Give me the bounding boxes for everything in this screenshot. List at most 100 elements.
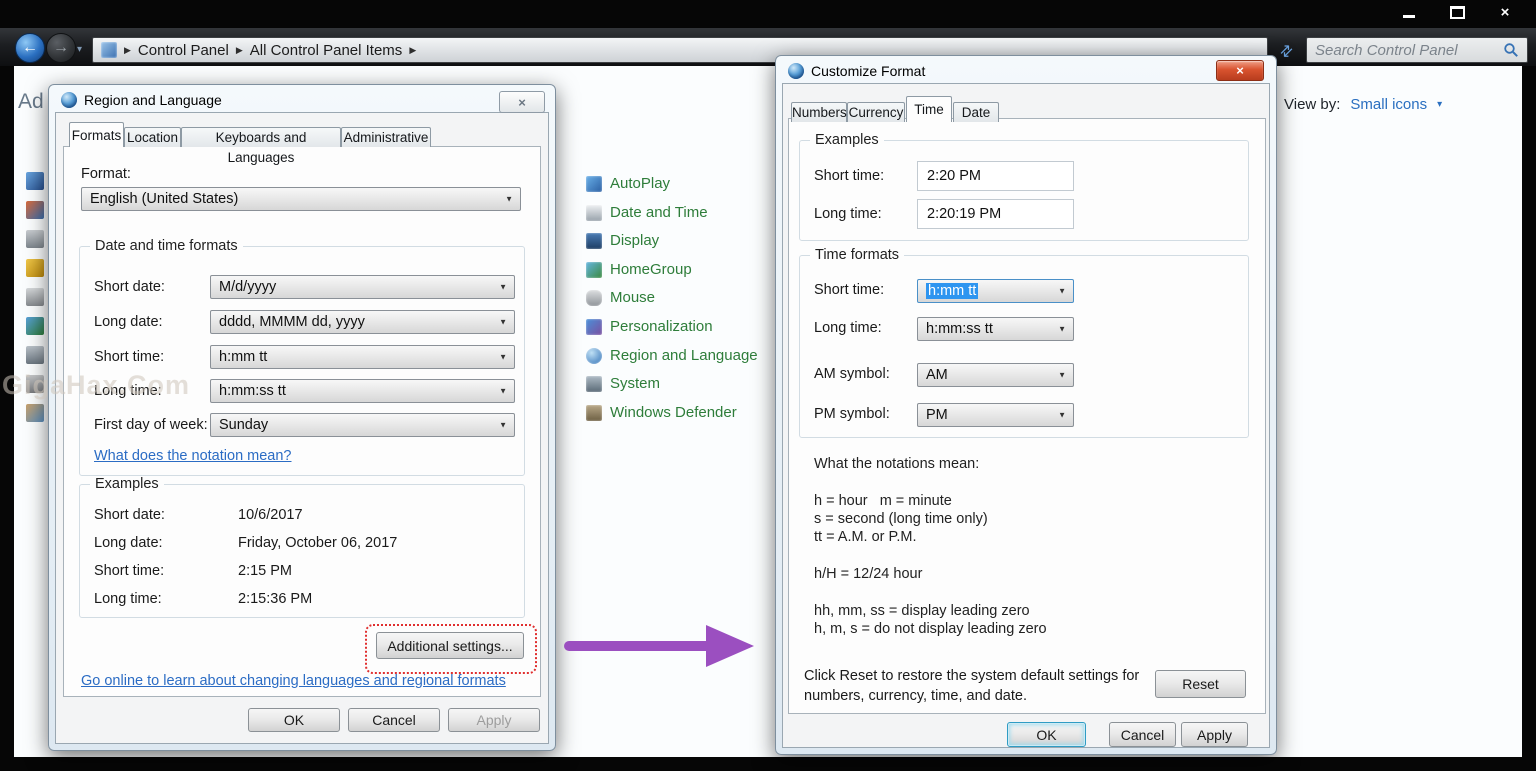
cancel-button[interactable]: Cancel — [348, 708, 440, 732]
chevron-down-icon: ▼ — [499, 318, 507, 327]
chevron-down-icon: ▼ — [1058, 411, 1066, 420]
close-icon: × — [1501, 5, 1510, 20]
tab-date[interactable]: Date — [953, 102, 999, 122]
forward-button[interactable]: → — [46, 33, 76, 63]
partial-item-icon[interactable] — [26, 259, 44, 277]
partial-item-icon[interactable] — [26, 346, 44, 364]
cp-item-autoplay[interactable]: AutoPlay — [586, 174, 670, 193]
cp-item-personalization[interactable]: Personalization — [586, 317, 713, 336]
breadcrumb-item-all-items[interactable]: All Control Panel Items — [250, 42, 403, 59]
breadcrumb-arrow-icon[interactable]: ▶ — [409, 45, 416, 56]
refresh-icon: ⇄ — [1275, 40, 1297, 62]
minimize-button[interactable] — [1392, 3, 1426, 22]
first-day-dropdown[interactable]: Sunday ▼ — [210, 413, 515, 437]
maximize-icon — [1450, 6, 1465, 19]
example-short-date-value: 10/6/2017 — [238, 507, 303, 523]
dialog-titlebar: Region and Language — [61, 92, 222, 108]
back-button[interactable]: ← — [15, 33, 45, 63]
dialog-close-button[interactable]: × — [1216, 60, 1264, 81]
partial-item-icon[interactable] — [26, 317, 44, 335]
recent-pages-caret[interactable]: ▾ — [77, 44, 82, 55]
group-title: Examples — [90, 476, 164, 492]
cp-item-mouse[interactable]: Mouse — [586, 288, 655, 307]
example-long-time-field[interactable]: 2:20:19 PM — [917, 199, 1074, 229]
example-short-time-field[interactable]: 2:20 PM — [917, 161, 1074, 191]
reset-button[interactable]: Reset — [1155, 670, 1246, 698]
notation-line: h/H = 12/24 hour — [814, 566, 922, 582]
dialog-close-button[interactable]: × — [499, 91, 545, 113]
short-time-combobox[interactable]: h:mm tt ▼ — [917, 279, 1074, 303]
go-online-link[interactable]: Go online to learn about changing langua… — [81, 673, 506, 689]
cp-item-label: Personalization — [610, 318, 713, 335]
long-time-combobox[interactable]: h:mm:ss tt ▼ — [917, 317, 1074, 341]
cp-item-label: Display — [610, 232, 659, 249]
tab-formats[interactable]: Formats — [69, 122, 124, 147]
long-date-dropdown[interactable]: dddd, MMMM dd, yyyy ▼ — [210, 310, 515, 334]
windows-defender-icon — [586, 405, 602, 421]
pm-symbol-combobox[interactable]: PM ▼ — [917, 403, 1074, 427]
cp-item-region-and-language[interactable]: Region and Language — [586, 346, 758, 365]
cancel-button[interactable]: Cancel — [1109, 722, 1176, 747]
short-date-label: Short date: — [94, 279, 165, 295]
time-formats-group: Time formats Short time: h:mm tt ▼ Long … — [799, 255, 1249, 438]
cp-item-homegroup[interactable]: HomeGroup — [586, 260, 692, 279]
search-input[interactable]: Search Control Panel — [1306, 37, 1528, 63]
close-icon: × — [518, 95, 526, 110]
cp-item-label: Date and Time — [610, 204, 708, 221]
cp-item-windows-defender[interactable]: Windows Defender — [586, 403, 737, 422]
breadcrumb-arrow-icon[interactable]: ▶ — [236, 45, 243, 56]
personalization-icon — [586, 319, 602, 335]
tab-time[interactable]: Time — [906, 96, 952, 122]
first-day-value: Sunday — [219, 417, 268, 433]
tab-currency[interactable]: Currency — [847, 102, 905, 122]
page-heading-partial: Ad — [18, 90, 44, 114]
tab-administrative[interactable]: Administrative — [341, 127, 431, 147]
example-long-time-label: Long time: — [814, 206, 882, 222]
cp-item-display[interactable]: Display — [586, 231, 659, 250]
example-long-time-value: 2:15:36 PM — [238, 591, 312, 607]
chevron-down-icon: ▼ — [499, 283, 507, 292]
mouse-icon — [586, 290, 602, 306]
cp-item-label: Windows Defender — [610, 404, 737, 421]
partial-item-icon[interactable] — [26, 375, 44, 393]
apply-button[interactable]: Apply — [1181, 722, 1248, 747]
am-symbol-combobox[interactable]: AM ▼ — [917, 363, 1074, 387]
maximize-button[interactable] — [1440, 3, 1474, 22]
close-button[interactable]: × — [1488, 3, 1522, 22]
chevron-down-icon: ▼ — [505, 195, 513, 204]
partial-item-icon[interactable] — [26, 172, 44, 190]
example-long-time-value: 2:20:19 PM — [927, 206, 1001, 222]
partial-item-icon[interactable] — [26, 230, 44, 248]
notation-title: What the notations mean: — [814, 456, 979, 472]
long-time-label: Long time: — [94, 383, 162, 399]
breadcrumb-arrow-icon[interactable]: ▶ — [124, 45, 131, 56]
tab-numbers[interactable]: Numbers — [791, 102, 847, 122]
chevron-down-icon: ▼ — [1058, 325, 1066, 334]
ok-button[interactable]: OK — [248, 708, 340, 732]
ok-button[interactable]: OK — [1007, 722, 1086, 747]
notation-help-link[interactable]: What does the notation mean? — [94, 448, 292, 464]
chevron-down-icon: ▼ — [1058, 371, 1066, 380]
short-date-dropdown[interactable]: M/d/yyyy ▼ — [210, 275, 515, 299]
partial-item-icon[interactable] — [26, 201, 44, 219]
tab-keyboards-languages[interactable]: Keyboards and Languages — [181, 127, 341, 147]
tab-location[interactable]: Location — [124, 127, 181, 147]
am-symbol-value: AM — [926, 367, 948, 383]
cp-item-system[interactable]: System — [586, 374, 660, 393]
partial-item-icon[interactable] — [26, 404, 44, 422]
breadcrumb-item-control-panel[interactable]: Control Panel — [138, 42, 229, 59]
format-value: English (United States) — [90, 191, 238, 207]
view-by-value[interactable]: Small icons — [1350, 96, 1427, 113]
format-dropdown[interactable]: English (United States) ▼ — [81, 187, 521, 211]
cp-item-date-and-time[interactable]: Date and Time — [586, 203, 708, 222]
example-short-time-label: Short time: — [814, 168, 884, 184]
format-label: Format: — [81, 166, 131, 182]
long-time-dropdown[interactable]: h:mm:ss tt ▼ — [210, 379, 515, 403]
notation-line: h = hour m = minute — [814, 493, 952, 509]
chevron-down-icon[interactable]: ▾ — [1437, 99, 1442, 110]
short-time-dropdown[interactable]: h:mm tt ▼ — [210, 345, 515, 369]
long-date-value: dddd, MMMM dd, yyyy — [219, 314, 365, 330]
display-icon — [586, 233, 602, 249]
partial-item-icon[interactable] — [26, 288, 44, 306]
short-time-label: Short time: — [94, 349, 164, 365]
